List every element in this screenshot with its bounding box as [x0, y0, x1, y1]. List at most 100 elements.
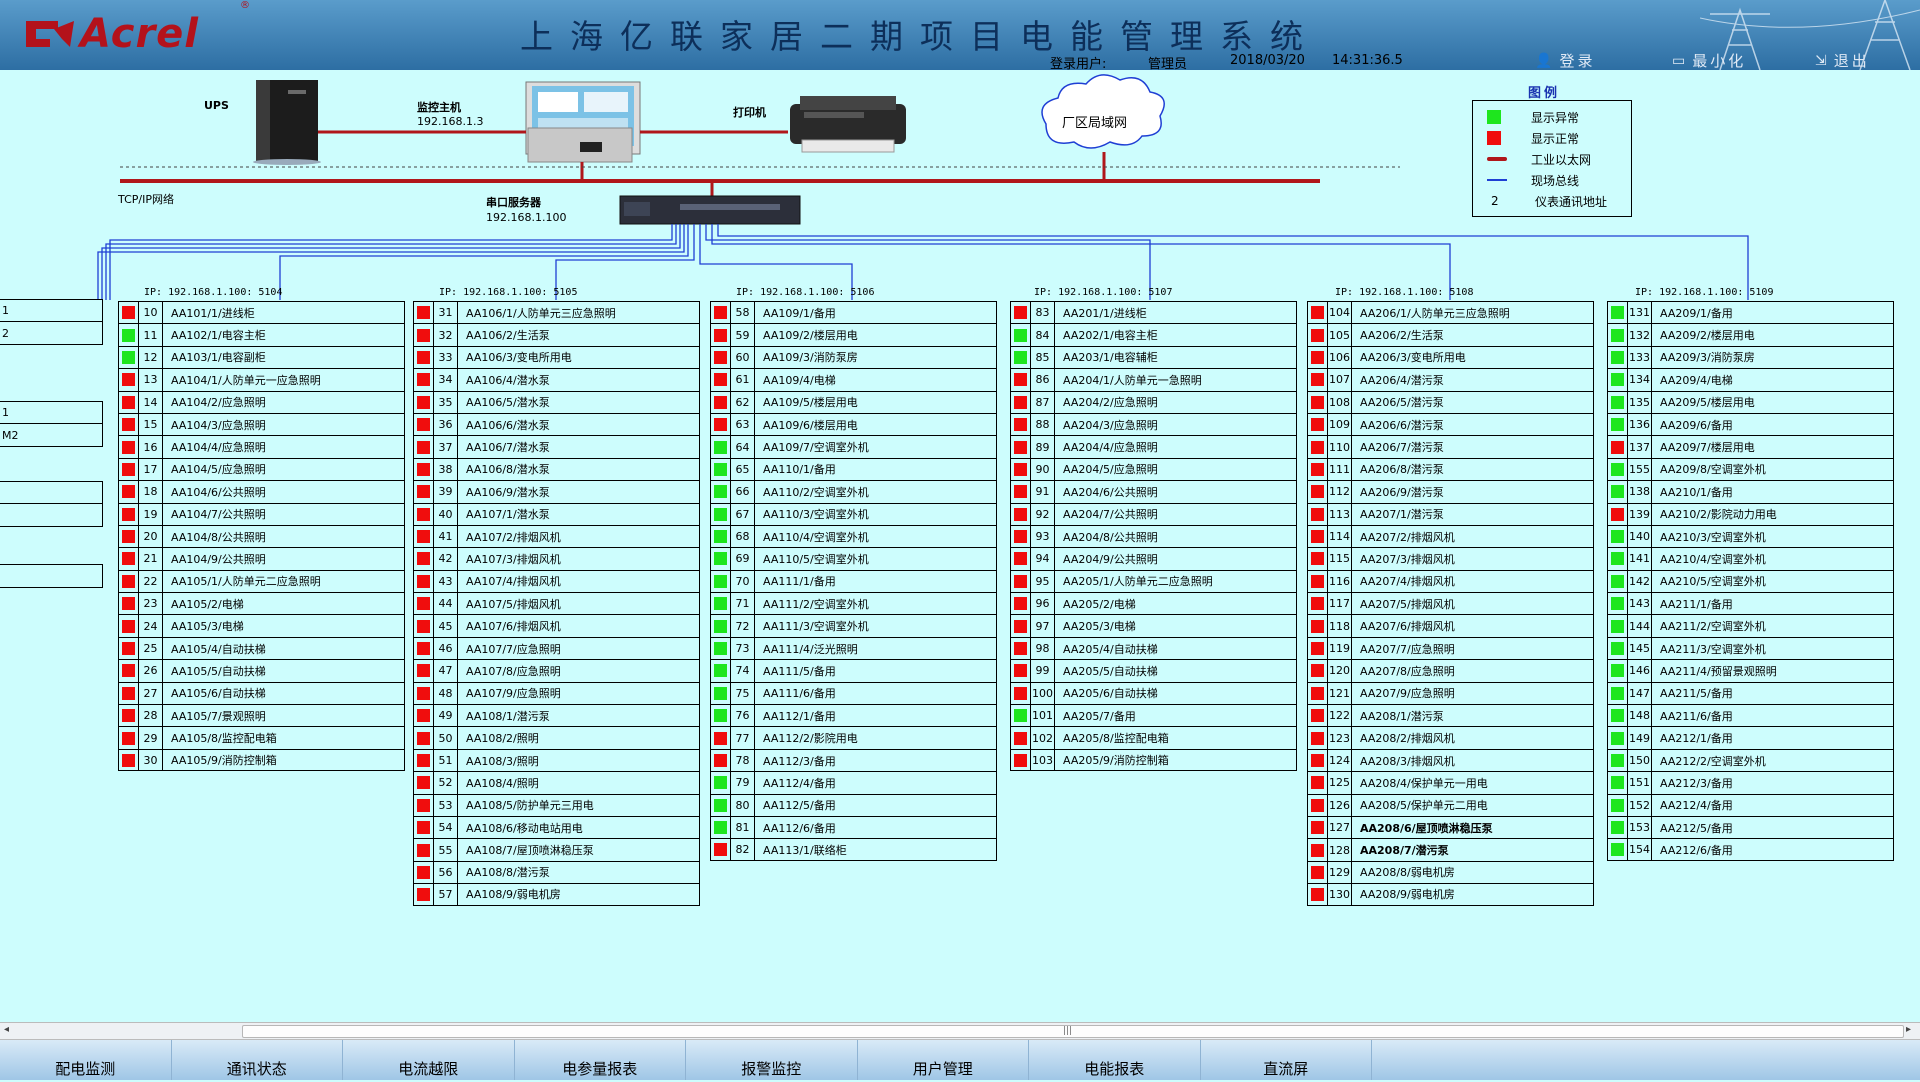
meter-row[interactable]: 59 AA109/2/楼层用电: [711, 323, 996, 346]
meter-row[interactable]: 51 AA108/3/照明: [414, 748, 699, 772]
meter-row[interactable]: 101 AA205/7/备用: [1011, 704, 1296, 727]
meter-row[interactable]: 30 AA105/9/消防控制箱: [119, 748, 404, 772]
meter-row[interactable]: 133 AA209/3/消防泵房: [1608, 345, 1893, 369]
nav-parameter-report[interactable]: 电参量报表: [515, 1040, 686, 1080]
meter-row[interactable]: 54 AA108/6/移动电站用电: [414, 815, 699, 839]
partial-row[interactable]: 1: [0, 402, 102, 424]
meter-row[interactable]: 126 AA208/5/保护单元二用电: [1308, 793, 1593, 816]
nav-power-monitoring[interactable]: 配电监测: [0, 1040, 172, 1080]
meter-row[interactable]: 63 AA109/6/楼层用电: [711, 412, 996, 436]
meter-row[interactable]: 146 AA211/4/预留景观照明: [1608, 659, 1893, 682]
meter-row[interactable]: 139 AA210/2/影院动力用电: [1608, 502, 1893, 525]
meter-row[interactable]: 106 AA206/3/变电所用电: [1308, 345, 1593, 369]
meter-row[interactable]: 67 AA110/3/空调室外机: [711, 502, 996, 525]
meter-row[interactable]: 15 AA104/3/应急照明: [119, 412, 404, 436]
meter-row[interactable]: 83 AA201/1/进线柜: [1011, 301, 1296, 324]
horizontal-scrollbar[interactable]: ◂ ||| ▸: [0, 1022, 1920, 1040]
meter-row[interactable]: 10 AA101/1/进线柜: [119, 301, 404, 324]
meter-row[interactable]: 49 AA108/1/潜污泵: [414, 704, 699, 727]
nav-current-limit[interactable]: 电流越限: [343, 1040, 515, 1080]
meter-row[interactable]: 16 AA104/4/应急照明: [119, 435, 404, 458]
meter-row[interactable]: 92 AA204/7/公共照明: [1011, 502, 1296, 525]
meter-row[interactable]: 52 AA108/4/照明: [414, 771, 699, 794]
nav-comm-status[interactable]: 通讯状态: [172, 1040, 343, 1080]
meter-row[interactable]: 22 AA105/1/人防单元二应急照明: [119, 569, 404, 593]
meter-row[interactable]: 119 AA207/7/应急照明: [1308, 636, 1593, 660]
meter-row[interactable]: 33 AA106/3/变电所用电: [414, 345, 699, 369]
meter-row[interactable]: 86 AA204/1/人防单元一急照明: [1011, 368, 1296, 391]
meter-row[interactable]: 123 AA208/2/排烟风机: [1308, 726, 1593, 749]
meter-row[interactable]: 108 AA206/5/潜污泵: [1308, 390, 1593, 413]
meter-row[interactable]: 21 AA104/9/公共照明: [119, 547, 404, 570]
meter-row[interactable]: 68 AA110/4/空调室外机: [711, 524, 996, 548]
meter-row[interactable]: 94 AA204/9/公共照明: [1011, 547, 1296, 570]
meter-row[interactable]: 53 AA108/5/防护单元三用电: [414, 793, 699, 816]
meter-row[interactable]: 140 AA210/3/空调室外机: [1608, 524, 1893, 548]
meter-row[interactable]: 95 AA205/1/人防单元二应急照明: [1011, 569, 1296, 593]
meter-row[interactable]: 31 AA106/1/人防单元三应急照明: [414, 301, 699, 324]
meter-row[interactable]: 138 AA210/1/备用: [1608, 480, 1893, 503]
partial-row[interactable]: [0, 482, 102, 504]
meter-row[interactable]: 137 AA209/7/楼层用电: [1608, 435, 1893, 458]
meter-row[interactable]: 71 AA111/2/空调室外机: [711, 592, 996, 615]
meter-row[interactable]: 107 AA206/4/潜污泵: [1308, 368, 1593, 391]
meter-row[interactable]: 131 AA209/1/备用: [1608, 301, 1893, 324]
meter-row[interactable]: 56 AA108/8/潜污泵: [414, 860, 699, 884]
meter-row[interactable]: 91 AA204/6/公共照明: [1011, 480, 1296, 503]
meter-row[interactable]: 58 AA109/1/备用: [711, 301, 996, 324]
exit-button[interactable]: ⇲ 退出: [1815, 50, 1870, 71]
meter-row[interactable]: 85 AA203/1/电容辅柜: [1011, 345, 1296, 369]
meter-row[interactable]: 70 AA111/1/备用: [711, 569, 996, 593]
minimize-button[interactable]: ▭ 最小化: [1672, 50, 1746, 71]
meter-row[interactable]: 81 AA112/6/备用: [711, 815, 996, 839]
meter-row[interactable]: 39 AA106/9/潜水泵: [414, 480, 699, 503]
meter-row[interactable]: 99 AA205/5/自动扶梯: [1011, 659, 1296, 682]
meter-row[interactable]: 112 AA206/9/潜污泵: [1308, 480, 1593, 503]
partial-row[interactable]: [0, 504, 102, 526]
meter-row[interactable]: 130 AA208/9/弱电机房: [1308, 883, 1593, 906]
meter-row[interactable]: 98 AA205/4/自动扶梯: [1011, 636, 1296, 660]
meter-row[interactable]: 93 AA204/8/公共照明: [1011, 524, 1296, 548]
meter-row[interactable]: 24 AA105/3/电梯: [119, 614, 404, 637]
meter-row[interactable]: 40 AA107/1/潜水泵: [414, 502, 699, 525]
partial-row[interactable]: M2: [0, 424, 102, 446]
login-button[interactable]: 👤 登录: [1535, 50, 1595, 71]
meter-row[interactable]: 125 AA208/4/保护单元一用电: [1308, 771, 1593, 794]
meter-row[interactable]: 20 AA104/8/公共照明: [119, 524, 404, 548]
meter-row[interactable]: 109 AA206/6/潜污泵: [1308, 412, 1593, 436]
meter-row[interactable]: 110 AA206/7/潜污泵: [1308, 435, 1593, 458]
meter-row[interactable]: 47 AA107/8/应急照明: [414, 659, 699, 682]
meter-row[interactable]: 134 AA209/4/电梯: [1608, 368, 1893, 391]
scroll-thumb[interactable]: |||: [242, 1025, 1904, 1038]
meter-row[interactable]: 147 AA211/5/备用: [1608, 681, 1893, 705]
meter-row[interactable]: 153 AA212/5/备用: [1608, 815, 1893, 839]
meter-row[interactable]: 42 AA107/3/排烟风机: [414, 547, 699, 570]
nav-dc-screen[interactable]: 直流屏: [1201, 1040, 1372, 1080]
meter-row[interactable]: 48 AA107/9/应急照明: [414, 681, 699, 705]
meter-row[interactable]: 114 AA207/2/排烟风机: [1308, 524, 1593, 548]
nav-user-management[interactable]: 用户管理: [858, 1040, 1029, 1080]
meter-row[interactable]: 37 AA106/7/潜水泵: [414, 435, 699, 458]
meter-row[interactable]: 127 AA208/6/屋顶喷淋稳压泵: [1308, 815, 1593, 839]
meter-row[interactable]: 135 AA209/5/楼层用电: [1608, 390, 1893, 413]
meter-row[interactable]: 55 AA108/7/屋顶喷淋稳压泵: [414, 838, 699, 861]
meter-row[interactable]: 77 AA112/2/影院用电: [711, 726, 996, 749]
meter-row[interactable]: 82 AA113/1/联络柜: [711, 838, 996, 861]
meter-row[interactable]: 116 AA207/4/排烟风机: [1308, 569, 1593, 593]
meter-row[interactable]: 103 AA205/9/消防控制箱: [1011, 748, 1296, 772]
meter-row[interactable]: 38 AA106/8/潜水泵: [414, 457, 699, 481]
meter-row[interactable]: 80 AA112/5/备用: [711, 793, 996, 816]
meter-row[interactable]: 57 AA108/9/弱电机房: [414, 883, 699, 906]
meter-row[interactable]: 150 AA212/2/空调室外机: [1608, 748, 1893, 772]
meter-row[interactable]: 41 AA107/2/排烟风机: [414, 524, 699, 548]
meter-row[interactable]: 19 AA104/7/公共照明: [119, 502, 404, 525]
meter-row[interactable]: 75 AA111/6/备用: [711, 681, 996, 705]
meter-row[interactable]: 121 AA207/9/应急照明: [1308, 681, 1593, 705]
meter-row[interactable]: 141 AA210/4/空调室外机: [1608, 547, 1893, 570]
meter-row[interactable]: 26 AA105/5/自动扶梯: [119, 659, 404, 682]
meter-row[interactable]: 145 AA211/3/空调室外机: [1608, 636, 1893, 660]
meter-row[interactable]: 61 AA109/4/电梯: [711, 368, 996, 391]
meter-row[interactable]: 66 AA110/2/空调室外机: [711, 480, 996, 503]
meter-row[interactable]: 12 AA103/1/电容副柜: [119, 345, 404, 369]
meter-row[interactable]: 11 AA102/1/电容主柜: [119, 323, 404, 346]
